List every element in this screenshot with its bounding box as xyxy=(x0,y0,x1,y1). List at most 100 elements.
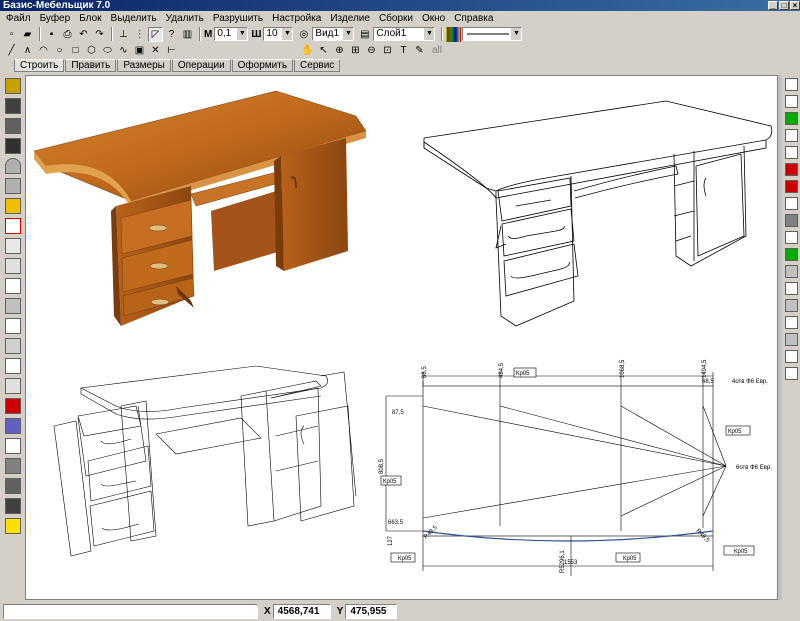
tab-edit[interactable]: Править xyxy=(65,59,117,72)
menu-select[interactable]: Выделить xyxy=(111,13,157,24)
redo-icon[interactable]: ↷ xyxy=(92,27,107,42)
close-icon[interactable]: × xyxy=(790,1,800,10)
chart-icon[interactable]: ▥ xyxy=(180,27,195,42)
chevron-down-icon[interactable]: ▼ xyxy=(511,28,522,40)
menu-delete[interactable]: Удалить xyxy=(166,13,204,24)
cube-wire-icon[interactable] xyxy=(5,278,21,294)
price-icon[interactable] xyxy=(785,112,798,125)
tool-r6-icon[interactable] xyxy=(785,367,798,380)
cut-icon[interactable] xyxy=(5,218,21,234)
print-icon[interactable]: ⎙ xyxy=(60,27,75,42)
open-folder-icon[interactable]: ▰ xyxy=(20,27,35,42)
box-tool-icon[interactable]: ▣ xyxy=(132,43,147,58)
dim-tool-icon[interactable]: ⊢ xyxy=(164,43,179,58)
menu-settings[interactable]: Настройка xyxy=(272,13,321,24)
select-all-button[interactable]: all xyxy=(428,43,446,58)
tab-build[interactable]: Строить xyxy=(14,59,65,72)
menu-product[interactable]: Изделие xyxy=(330,13,370,24)
tab-dimensions[interactable]: Размеры xyxy=(117,59,171,72)
panel-vertical-icon[interactable] xyxy=(5,98,21,114)
help-icon[interactable]: ? xyxy=(164,27,179,42)
menu-help[interactable]: Справка xyxy=(454,13,493,24)
arc-tool-icon[interactable]: ◠ xyxy=(36,43,51,58)
menu-buffer[interactable]: Буфер xyxy=(40,13,71,24)
tab-operations[interactable]: Операции xyxy=(171,59,231,72)
view-select[interactable]: Вид1 ▼ xyxy=(312,27,355,41)
line-style-select[interactable]: ▼ xyxy=(462,27,523,41)
maximize-icon[interactable]: □ xyxy=(779,1,789,10)
drawing-canvas[interactable]: 68,5 484,5 1068,5 1494,5 68,5 87,5 808,5… xyxy=(25,75,778,600)
rotate-tool-icon[interactable] xyxy=(785,129,798,142)
tool-r1-icon[interactable] xyxy=(785,95,798,108)
cross-tool-icon[interactable]: ✕ xyxy=(148,43,163,58)
blue-cube-icon[interactable] xyxy=(5,418,21,434)
hardware-icon[interactable] xyxy=(785,163,798,176)
tool-r2-icon[interactable] xyxy=(785,265,798,278)
object-icon[interactable] xyxy=(5,478,21,494)
grid-icon[interactable]: ⋮ xyxy=(132,27,147,42)
chevron-down-icon[interactable]: ▼ xyxy=(282,28,293,40)
tab-service[interactable]: Сервис xyxy=(294,59,341,72)
polygon-tool-icon[interactable]: ⬡ xyxy=(84,43,99,58)
layer-select[interactable]: Слой1 ▼ xyxy=(373,27,436,41)
chevron-down-icon[interactable]: ▼ xyxy=(237,28,248,40)
minimize-icon[interactable]: _ xyxy=(768,1,778,10)
boolean-icon[interactable] xyxy=(5,458,21,474)
light-icon[interactable] xyxy=(5,518,21,534)
profile-icon[interactable] xyxy=(5,178,21,194)
pan-icon[interactable]: ✋ xyxy=(300,43,315,58)
chevron-down-icon[interactable]: ▼ xyxy=(424,28,435,40)
view-icon[interactable]: ◎ xyxy=(296,27,311,42)
menu-file[interactable]: Файл xyxy=(6,13,31,24)
house-icon[interactable] xyxy=(785,197,798,210)
fastener-icon[interactable] xyxy=(5,198,21,214)
text-tool-icon[interactable]: T xyxy=(396,43,411,58)
import-icon[interactable] xyxy=(5,238,21,254)
zoom-window-icon[interactable]: ⊞ xyxy=(348,43,363,58)
group-icon[interactable] xyxy=(5,498,21,514)
menu-block[interactable]: Блок xyxy=(79,13,101,24)
line-tool-icon[interactable]: ╱ xyxy=(4,43,19,58)
layers-icon[interactable]: ▤ xyxy=(357,27,372,42)
zoom-out-icon[interactable]: ⊖ xyxy=(364,43,379,58)
tool-r3-icon[interactable] xyxy=(785,282,798,295)
hinge-icon[interactable] xyxy=(785,180,798,193)
key-icon[interactable] xyxy=(785,146,798,159)
curved-panel-icon[interactable] xyxy=(5,158,21,174)
zoom-all-icon[interactable]: ⊡ xyxy=(380,43,395,58)
cube-solid-icon[interactable] xyxy=(5,298,21,314)
menu-window[interactable]: Окно xyxy=(422,13,445,24)
copy-icon[interactable] xyxy=(785,333,798,346)
tab-format[interactable]: Оформить xyxy=(231,59,294,72)
shelf-icon[interactable] xyxy=(5,378,21,394)
pointer-icon[interactable]: ↖ xyxy=(316,43,331,58)
command-line[interactable] xyxy=(3,604,258,619)
axis-rotate-icon[interactable] xyxy=(5,438,21,454)
m-select[interactable]: 0,1 ▼ xyxy=(214,27,249,41)
edit-icon[interactable]: ✎ xyxy=(412,43,427,58)
check-icon[interactable] xyxy=(785,248,798,261)
info-icon[interactable] xyxy=(785,231,798,244)
extrude-icon[interactable] xyxy=(5,318,21,334)
menu-explode[interactable]: Разрушить xyxy=(213,13,263,24)
polyline-tool-icon[interactable]: ∧ xyxy=(20,43,35,58)
chevron-down-icon[interactable]: ▼ xyxy=(343,28,354,40)
drawer-icon[interactable] xyxy=(5,358,21,374)
snap-icon[interactable]: ◸ xyxy=(148,26,163,42)
ellipse-tool-icon[interactable]: ⬭ xyxy=(100,43,115,58)
box-panel-icon[interactable] xyxy=(5,138,21,154)
scissors-icon[interactable] xyxy=(785,316,798,329)
rectangle-tool-icon[interactable]: □ xyxy=(68,43,83,58)
undo-icon[interactable]: ↶ xyxy=(76,27,91,42)
spline-tool-icon[interactable]: ∿ xyxy=(116,43,131,58)
menu-assemblies[interactable]: Сборки xyxy=(379,13,413,24)
save-icon[interactable]: ▪ xyxy=(44,27,59,42)
panel-front-icon[interactable] xyxy=(5,118,21,134)
revolve-icon[interactable] xyxy=(5,338,21,354)
axes-icon[interactable]: ⊥ xyxy=(116,27,131,42)
zoom-in-icon[interactable]: ⊕ xyxy=(332,43,347,58)
new-file-icon[interactable]: ▫ xyxy=(4,27,19,42)
red-cube-icon[interactable] xyxy=(5,398,21,414)
scroll-up-icon[interactable] xyxy=(785,78,798,91)
material-icon[interactable] xyxy=(785,214,798,227)
